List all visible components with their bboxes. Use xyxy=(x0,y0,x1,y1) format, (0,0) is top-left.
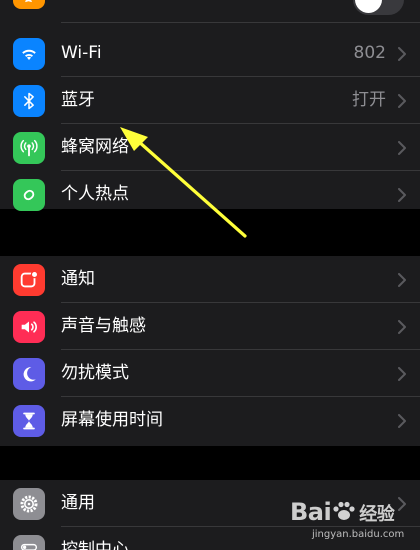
settings-row-screen-time[interactable]: 屏幕使用时间 xyxy=(0,397,420,444)
notification-icon xyxy=(13,264,45,296)
chevron-right-icon xyxy=(398,47,406,61)
settings-row-cellular[interactable]: 蜂窝网络 xyxy=(0,124,420,171)
bluetooth-label: 蓝牙 xyxy=(61,90,95,110)
settings-row-do-not-disturb[interactable]: 勿扰模式 xyxy=(0,350,420,397)
row-divider xyxy=(61,22,420,23)
paw-icon xyxy=(333,501,355,520)
chevron-right-icon xyxy=(398,320,406,334)
hotspot-label: 个人热点 xyxy=(61,184,129,204)
chevron-right-icon xyxy=(398,188,406,202)
settings-group-notifications: 通知 声音与触感 勿扰模式 屏幕使用时间 xyxy=(0,256,420,446)
wifi-label: Wi-Fi xyxy=(61,43,102,63)
general-label: 通用 xyxy=(61,493,95,513)
settings-row-hotspot[interactable]: 个人热点 xyxy=(0,171,420,218)
bluetooth-icon xyxy=(13,85,45,117)
gear-icon xyxy=(13,488,45,520)
settings-screen: 飞行模式 Wi-Fi 802 蓝牙 打开 xyxy=(0,0,420,550)
sounds-label: 声音与触感 xyxy=(61,316,146,336)
antenna-icon xyxy=(13,132,45,164)
hotspot-chain-icon xyxy=(13,179,45,211)
screen-time-label: 屏幕使用时间 xyxy=(61,410,163,430)
wifi-network-value: 802 xyxy=(353,43,386,63)
chevron-right-icon xyxy=(398,273,406,287)
chevron-right-icon xyxy=(398,367,406,381)
chevron-right-icon xyxy=(398,94,406,108)
moon-icon xyxy=(13,358,45,390)
watermark: Bai 经验 jingyan.baidu.com xyxy=(290,496,412,546)
watermark-logo: Bai 经验 xyxy=(290,498,395,526)
notifications-label: 通知 xyxy=(61,269,95,289)
bluetooth-status-value: 打开 xyxy=(352,90,386,110)
settings-row-bluetooth[interactable]: 蓝牙 打开 xyxy=(0,77,420,124)
watermark-brand: Bai xyxy=(290,498,332,526)
settings-row-notifications[interactable]: 通知 xyxy=(0,256,420,303)
settings-row-sounds[interactable]: 声音与触感 xyxy=(0,303,420,350)
do-not-disturb-label: 勿扰模式 xyxy=(61,363,129,383)
settings-group-connectivity: 飞行模式 Wi-Fi 802 蓝牙 打开 xyxy=(0,0,420,211)
settings-row-wifi[interactable]: Wi-Fi 802 xyxy=(0,30,420,77)
watermark-url: jingyan.baidu.com xyxy=(312,529,405,540)
switches-icon xyxy=(13,535,45,550)
airplane-mode-label: 飞行模式 xyxy=(61,0,129,16)
chevron-right-icon xyxy=(398,414,406,428)
control-center-label: 控制中心 xyxy=(61,540,129,550)
settings-row-airplane-mode[interactable]: 飞行模式 xyxy=(0,0,420,29)
chevron-right-icon xyxy=(398,141,406,155)
watermark-suffix: 经验 xyxy=(359,504,395,525)
wifi-icon xyxy=(13,38,45,70)
airplane-icon xyxy=(13,0,45,9)
hourglass-icon xyxy=(13,405,45,437)
speaker-icon xyxy=(13,311,45,343)
airplane-mode-toggle[interactable] xyxy=(353,0,404,15)
cellular-label: 蜂窝网络 xyxy=(61,137,129,157)
toggle-knob xyxy=(355,0,382,13)
